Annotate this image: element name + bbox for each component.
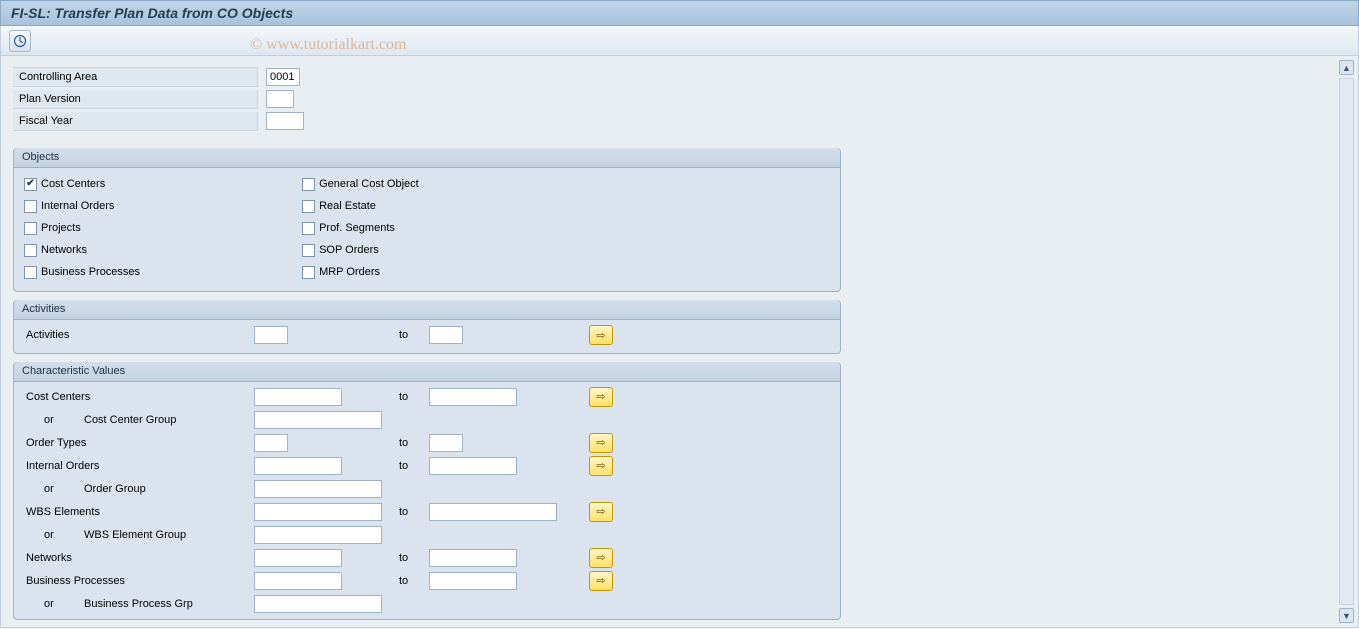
cv-to-input-5[interactable] <box>429 503 557 521</box>
window-title-bar: FI-SL: Transfer Plan Data from CO Object… <box>0 0 1359 26</box>
cv-to-input-0[interactable] <box>429 388 517 406</box>
clock-execute-icon <box>13 34 27 48</box>
execute-button[interactable] <box>9 30 31 52</box>
cv-multi-select-button-2[interactable]: ⇨ <box>589 433 613 453</box>
checkbox-label: Business Processes <box>41 266 140 278</box>
cv-group-label: WBS Element Group <box>84 529 254 541</box>
checkbox-right-4[interactable] <box>302 266 315 279</box>
cv-group-input-9[interactable] <box>254 595 382 613</box>
cv-label: Networks <box>24 552 254 564</box>
checkbox-label: Projects <box>41 222 81 234</box>
cv-label: Order Types <box>24 437 254 449</box>
cv-group-input-4[interactable] <box>254 480 382 498</box>
cv-group-label: Business Process Grp <box>84 598 254 610</box>
objects-group: Objects Cost Centers Internal Orders Proje… <box>13 148 841 292</box>
cv-from-input-8[interactable] <box>254 572 342 590</box>
cv-to-input-2[interactable] <box>429 434 463 452</box>
cv-from-input-3[interactable] <box>254 457 342 475</box>
activities-to-input[interactable] <box>429 326 463 344</box>
cv-label: Business Processes <box>24 575 254 587</box>
scroll-up-button[interactable]: ▲ <box>1339 60 1354 75</box>
cv-multi-select-button-8[interactable]: ⇨ <box>589 571 613 591</box>
checkbox-right-2[interactable] <box>302 222 315 235</box>
cv-multi-select-button-3[interactable]: ⇨ <box>589 456 613 476</box>
cv-multi-select-button-0[interactable]: ⇨ <box>589 387 613 407</box>
cv-label: WBS Elements <box>24 506 254 518</box>
fiscal-year-label: Fiscal Year <box>13 112 258 131</box>
cv-from-input-2[interactable] <box>254 434 288 452</box>
activities-multi-select-button[interactable]: ⇨ <box>589 325 613 345</box>
controlling-area-label: Controlling Area <box>13 67 258 87</box>
arrow-right-icon: ⇨ <box>596 390 605 403</box>
cv-label: Internal Orders <box>24 460 254 472</box>
checkbox-label: Real Estate <box>319 200 376 212</box>
or-label: or <box>24 529 84 541</box>
arrow-right-icon: ⇨ <box>596 329 605 342</box>
activities-label: Activities <box>24 329 254 341</box>
arrow-right-icon: ⇨ <box>596 574 605 587</box>
checkbox-left-1[interactable] <box>24 200 37 213</box>
checkbox-right-1[interactable] <box>302 200 315 213</box>
cv-group-input-1[interactable] <box>254 411 382 429</box>
cv-from-input-5[interactable] <box>254 503 382 521</box>
scroll-down-button[interactable]: ▼ <box>1339 608 1354 623</box>
cv-to-label: to <box>399 460 429 472</box>
arrow-right-icon: ⇨ <box>596 505 605 518</box>
or-label: or <box>24 598 84 610</box>
application-toolbar <box>0 26 1359 56</box>
cv-to-label: to <box>399 552 429 564</box>
checkbox-label: Cost Centers <box>41 178 105 190</box>
cv-group-label: Order Group <box>84 483 254 495</box>
cv-group-input-6[interactable] <box>254 526 382 544</box>
checkbox-label: MRP Orders <box>319 266 380 278</box>
content-area: ▲ ▼ Controlling Area Plan Version Fiscal… <box>0 56 1359 628</box>
checkbox-left-2[interactable] <box>24 222 37 235</box>
checkbox-right-3[interactable] <box>302 244 315 257</box>
characteristic-values-group: Characteristic Values Cost Centersto⇨orC… <box>13 362 841 620</box>
vertical-scrollbar[interactable] <box>1339 78 1354 605</box>
checkbox-left-3[interactable] <box>24 244 37 257</box>
checkbox-right-0[interactable] <box>302 178 315 191</box>
checkbox-label: General Cost Object <box>319 178 419 190</box>
arrow-right-icon: ⇨ <box>596 436 605 449</box>
cv-multi-select-button-5[interactable]: ⇨ <box>589 502 613 522</box>
activities-group: Activities Activities to ⇨ <box>13 300 841 354</box>
plan-version-label: Plan Version <box>13 90 258 109</box>
characteristic-values-title: Characteristic Values <box>14 362 840 382</box>
cv-label: Cost Centers <box>24 391 254 403</box>
checkbox-left-0[interactable] <box>24 178 37 191</box>
checkbox-label: SOP Orders <box>319 244 379 256</box>
cv-group-label: Cost Center Group <box>84 414 254 426</box>
activities-to-label: to <box>399 329 429 341</box>
checkbox-label: Prof. Segments <box>319 222 395 234</box>
controlling-area-input[interactable] <box>266 68 300 86</box>
cv-to-input-3[interactable] <box>429 457 517 475</box>
fiscal-year-input[interactable] <box>266 112 304 130</box>
checkbox-label: Networks <box>41 244 87 256</box>
cv-to-label: to <box>399 391 429 403</box>
cv-multi-select-button-7[interactable]: ⇨ <box>589 548 613 568</box>
cv-to-input-8[interactable] <box>429 572 517 590</box>
arrow-right-icon: ⇨ <box>596 551 605 564</box>
cv-to-label: to <box>399 575 429 587</box>
checkbox-left-4[interactable] <box>24 266 37 279</box>
objects-group-title: Objects <box>14 148 840 168</box>
or-label: or <box>24 483 84 495</box>
activities-from-input[interactable] <box>254 326 288 344</box>
cv-to-label: to <box>399 506 429 518</box>
cv-from-input-0[interactable] <box>254 388 342 406</box>
cv-to-label: to <box>399 437 429 449</box>
arrow-right-icon: ⇨ <box>596 459 605 472</box>
plan-version-input[interactable] <box>266 90 294 108</box>
checkbox-label: Internal Orders <box>41 200 114 212</box>
activities-group-title: Activities <box>14 300 840 320</box>
or-label: or <box>24 414 84 426</box>
cv-to-input-7[interactable] <box>429 549 517 567</box>
cv-from-input-7[interactable] <box>254 549 342 567</box>
page-title: FI-SL: Transfer Plan Data from CO Object… <box>11 5 293 21</box>
